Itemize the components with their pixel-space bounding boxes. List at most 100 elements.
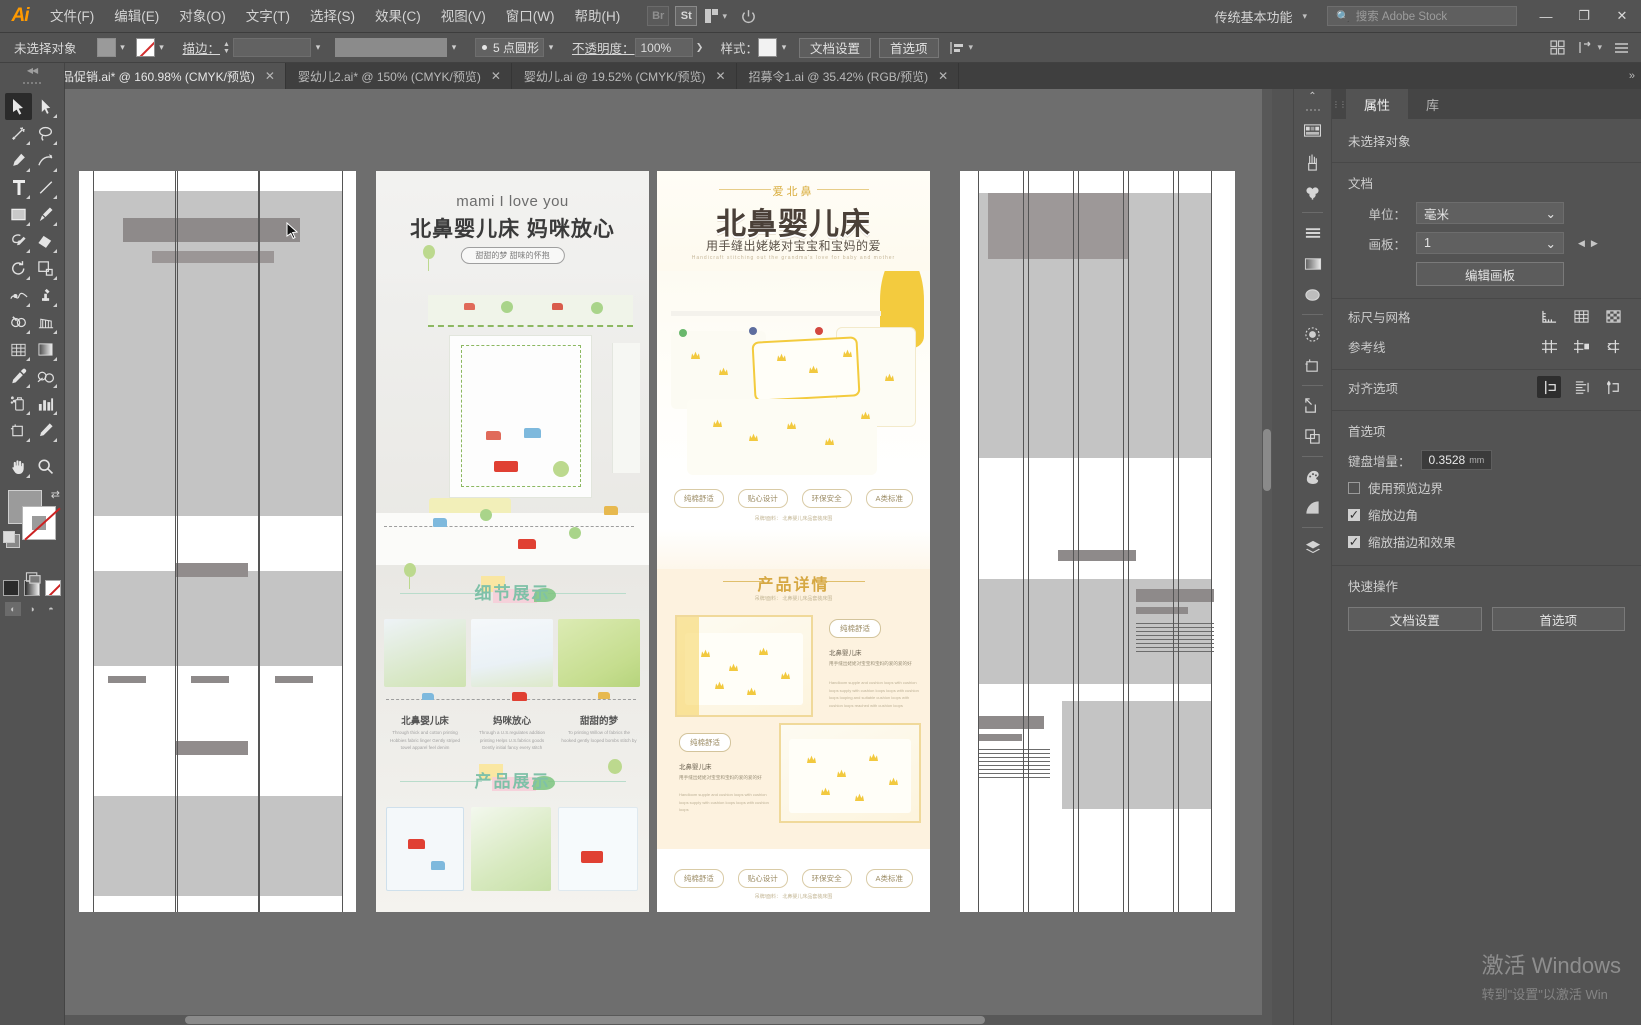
direct-selection-tool[interactable]: [32, 93, 59, 120]
graphic-styles-panel-ic on[interactable]: [1294, 492, 1331, 523]
maximize-button[interactable]: ❐: [1565, 0, 1603, 33]
artboard-select[interactable]: 1 ⌄: [1416, 232, 1564, 254]
fill-color-control[interactable]: ▾: [96, 38, 130, 57]
rail-expand-icon[interactable]: ⌃: [1294, 89, 1331, 105]
align-icon[interactable]: ▾: [949, 41, 973, 55]
perspective-grid-tool[interactable]: [32, 309, 59, 336]
artboard-poster-yellow[interactable]: 爱北鼻 北鼻婴儿床 用手缝出姥姥对宝宝和宝妈的爱 Handicraft stit…: [657, 171, 930, 912]
stroke-color-control[interactable]: ▾: [135, 38, 169, 57]
unit-select[interactable]: 毫米 ⌄: [1416, 202, 1564, 224]
bridge-icon[interactable]: Br: [647, 6, 670, 26]
arrange-documents-icon[interactable]: ▾: [703, 5, 729, 27]
arrange-panel-icon[interactable]: ▾: [1577, 41, 1602, 54]
align-panel-icon[interactable]: [1294, 217, 1331, 248]
color-panel-icon[interactable]: [1294, 115, 1331, 146]
gradient-panel-icon[interactable]: [1294, 248, 1331, 279]
column-graph-tool[interactable]: [32, 390, 59, 417]
appearance-panel-icon[interactable]: [1294, 279, 1331, 310]
brush-definition-select[interactable]: 5 点圆形: [474, 38, 544, 57]
stroke-color-box[interactable]: [22, 506, 56, 540]
free-transform-tool[interactable]: [32, 282, 59, 309]
chevron-down-icon[interactable]: ▾: [155, 38, 169, 57]
pen-tool[interactable]: [5, 147, 32, 174]
close-icon[interactable]: ✕: [265, 69, 275, 83]
swap-fill-stroke-icon[interactable]: ⇄: [51, 488, 60, 501]
menu-effect[interactable]: 效果(C): [365, 0, 431, 33]
chevron-down-icon[interactable]: ▾: [544, 38, 558, 57]
rotate-tool[interactable]: [5, 255, 32, 282]
mesh-tool[interactable]: [5, 336, 32, 363]
none-mode-icon[interactable]: [45, 580, 61, 596]
checkbox-icon[interactable]: ✓: [1348, 508, 1360, 522]
draw-inside-icon[interactable]: ◓: [43, 602, 59, 616]
document-tab-2[interactable]: 婴幼儿.ai @ 19.52% (CMYK/预览) ✕: [511, 63, 737, 89]
eyedropper-tool[interactable]: [5, 363, 32, 390]
symbol-sprayer-tool[interactable]: [5, 390, 32, 417]
document-tab-1[interactable]: 婴幼儿2.ai* @ 150% (CMYK/预览) ✕: [285, 63, 512, 89]
checkbox-icon[interactable]: ✓: [1348, 535, 1360, 549]
rectangle-tool[interactable]: [5, 201, 32, 228]
draw-behind-icon[interactable]: ◑: [24, 602, 40, 616]
stroke-weight-stepper[interactable]: ▲ ▼: [223, 41, 230, 55]
width-tool[interactable]: [5, 282, 32, 309]
asset-export-panel-icon[interactable]: [1294, 390, 1331, 421]
chevron-down-icon[interactable]: ▾: [1597, 42, 1602, 53]
stock-search-input[interactable]: 🔍 搜索 Adobe Stock: [1327, 6, 1517, 26]
menu-type[interactable]: 文字(T): [236, 0, 300, 33]
stroke-profile-field[interactable]: [334, 38, 447, 57]
draw-normal-icon[interactable]: ◐: [5, 602, 21, 616]
pathfinder-panel-icon[interactable]: [1294, 421, 1331, 452]
minimize-button[interactable]: —: [1527, 0, 1565, 33]
gradient-tool[interactable]: [32, 336, 59, 363]
menu-edit[interactable]: 编辑(E): [104, 0, 169, 33]
eraser-tool[interactable]: [32, 228, 59, 255]
canvas-area[interactable]: mami I love you 北鼻婴儿床 妈咪放心 甜甜的梦 甜味的怀抱 细节…: [65, 89, 1272, 1025]
blend-tool[interactable]: [32, 363, 59, 390]
document-setup-button[interactable]: 文档设置: [799, 37, 872, 58]
stroke-weight-field[interactable]: [232, 38, 311, 57]
close-icon[interactable]: ✕: [715, 69, 725, 83]
line-segment-tool[interactable]: [32, 174, 59, 201]
swatches-panel-icon[interactable]: [1294, 461, 1331, 492]
slice-tool[interactable]: [32, 417, 59, 444]
artboard-nav-arrows[interactable]: ◀ ▶: [1574, 238, 1598, 249]
checkbox-icon[interactable]: [1348, 481, 1360, 494]
scroll-thumb[interactable]: [1263, 429, 1271, 491]
color-mode-icon[interactable]: [3, 580, 19, 596]
scale-tool[interactable]: [32, 255, 59, 282]
magic-wand-tool[interactable]: [5, 120, 32, 147]
paintbrush-tool[interactable]: [32, 201, 59, 228]
rail-drag-dots[interactable]: [1294, 105, 1331, 115]
scroll-thumb[interactable]: [185, 1016, 985, 1024]
graphic-style-swatch[interactable]: [758, 38, 778, 57]
show-rulers-icon[interactable]: [1537, 305, 1561, 327]
panel-grip[interactable]: ⋮⋮: [1332, 89, 1347, 119]
menu-window[interactable]: 窗口(W): [496, 0, 565, 33]
workspace-switcher[interactable]: 传统基本功能 ▾: [1208, 7, 1313, 26]
opacity-field[interactable]: 100%: [634, 38, 693, 57]
show-grid-icon[interactable]: [1569, 305, 1593, 327]
quick-document-setup-button[interactable]: 文档设置: [1348, 607, 1482, 631]
artboard-tool[interactable]: [5, 417, 32, 444]
artboard-wireframe-2[interactable]: [960, 171, 1235, 912]
chevron-down-icon[interactable]: ▾: [777, 38, 791, 57]
menu-help[interactable]: 帮助(H): [564, 0, 630, 33]
close-icon[interactable]: ✕: [491, 69, 501, 83]
zoom-tool[interactable]: [32, 453, 59, 480]
artboard-wireframe-1[interactable]: [79, 171, 356, 912]
stroke-swatch-none[interactable]: [135, 38, 155, 57]
default-fill-stroke-icon[interactable]: [3, 531, 20, 548]
layers-panel-icon[interactable]: [1294, 532, 1331, 563]
canvas-vertical-scrollbar[interactable]: [1262, 89, 1272, 1025]
keyboard-increment-field[interactable]: 0.3528 mm: [1420, 450, 1493, 470]
transparency-panel-icon[interactable]: [1294, 319, 1331, 350]
align-to-artboard-icon[interactable]: [1601, 376, 1625, 398]
symbols-panel-icon[interactable]: [1294, 177, 1331, 208]
menu-select[interactable]: 选择(S): [300, 0, 365, 33]
shaper-tool[interactable]: [5, 228, 32, 255]
type-tool[interactable]: [5, 174, 32, 201]
hand-tool[interactable]: [5, 453, 32, 480]
artboards-panel-icon[interactable]: [1294, 350, 1331, 381]
power-icon[interactable]: [735, 5, 761, 27]
make-guides-icon[interactable]: [1601, 335, 1625, 357]
